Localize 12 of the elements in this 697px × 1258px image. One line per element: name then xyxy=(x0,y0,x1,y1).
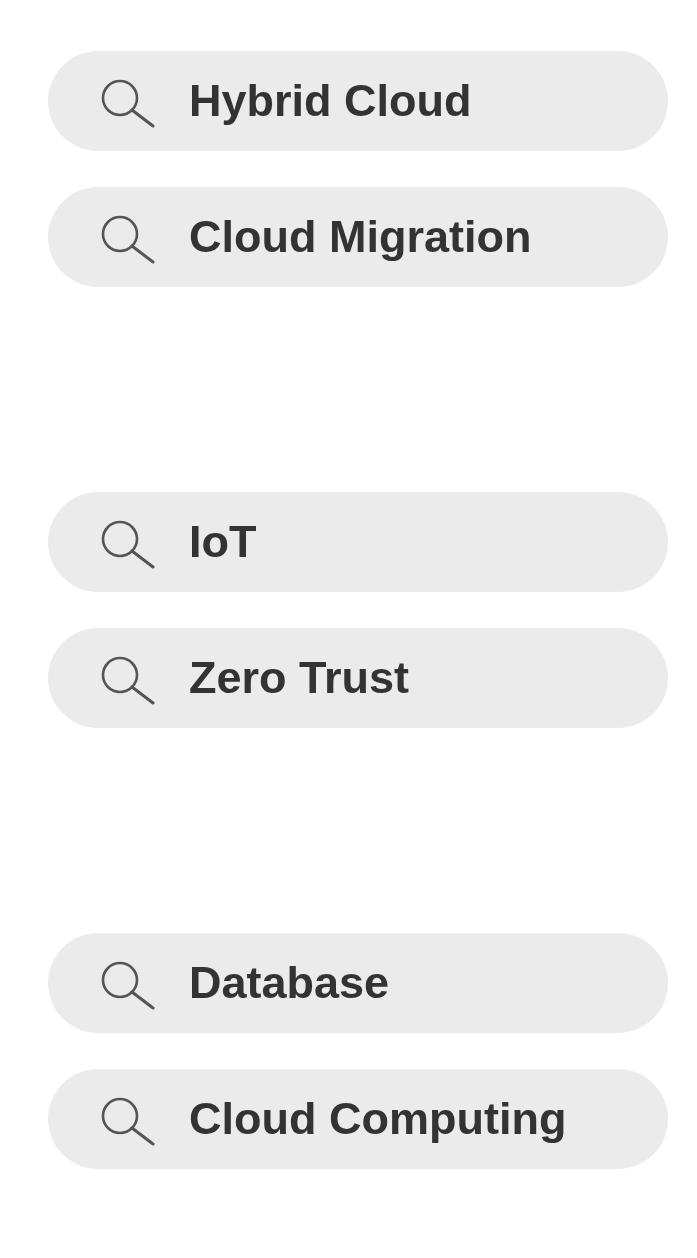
search-icon xyxy=(100,960,156,1010)
search-suggestion[interactable]: Cloud Computing xyxy=(48,1069,668,1169)
search-suggestion[interactable]: Database xyxy=(48,933,668,1033)
search-suggestion[interactable]: Cloud Migration xyxy=(48,187,668,287)
search-icon xyxy=(100,655,156,705)
search-icon xyxy=(100,214,156,264)
search-icon xyxy=(100,519,156,569)
search-suggestion[interactable]: Zero Trust xyxy=(48,628,668,728)
search-icon xyxy=(100,1096,156,1146)
search-suggestion[interactable]: IoT xyxy=(48,492,668,592)
search-suggestion[interactable]: Hybrid Cloud xyxy=(48,51,668,151)
search-icon xyxy=(100,78,156,128)
